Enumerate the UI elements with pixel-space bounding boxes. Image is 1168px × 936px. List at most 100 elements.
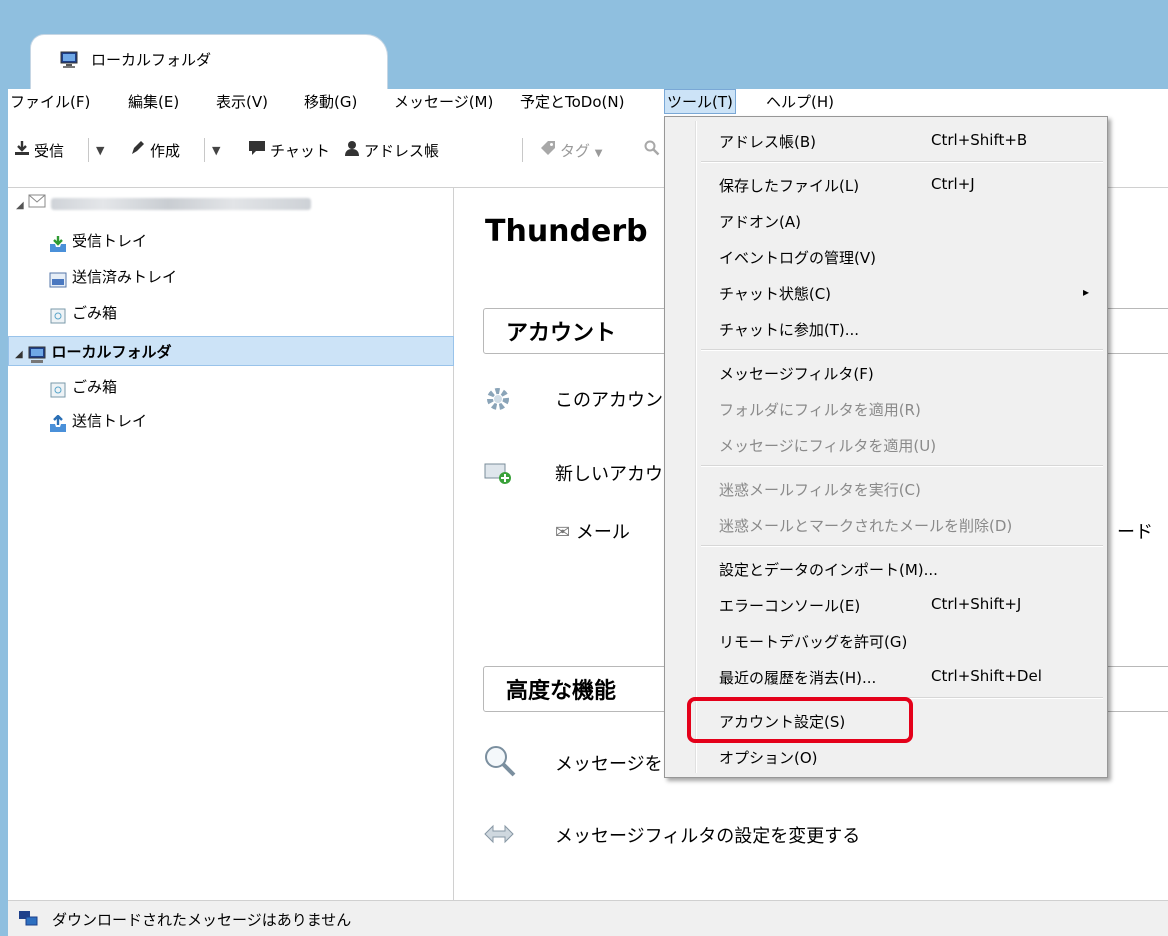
pencil-icon [130,140,146,160]
manage-filters-link[interactable]: メッセージフィルタの設定を変更する [555,822,860,848]
submenu-arrow-icon: ▸ [1083,285,1090,299]
folder-local-trash[interactable]: ごみ箱 [48,372,117,402]
expand-arrow-icon[interactable]: ◢ [16,200,24,211]
tag-icon [540,140,556,160]
toolbar-separator [204,138,205,162]
menu-file[interactable]: ファイル(F) [8,91,92,112]
menu-separator [701,465,1103,467]
tools-menu-popup: アドレス帳(B) Ctrl+Shift+B 保存したファイル(L) Ctrl+J… [664,116,1108,778]
expand-arrow-icon[interactable]: ◢ [15,349,23,360]
menu-item-delete-junk[interactable]: 迷惑メールとマークされたメールを削除(D) [719,515,1012,536]
folder-outbox-label: 送信トレイ [72,412,148,430]
menu-item-activity-manager[interactable]: イベントログの管理(V) [719,247,876,268]
menu-separator [701,545,1103,547]
tab-label: ローカルフォルダ [91,51,212,69]
gear-icon [483,384,513,418]
address-book-button[interactable]: アドレス帳 [344,140,439,161]
chevron-down-icon: ▼ [96,144,105,157]
menu-separator [701,161,1103,163]
menu-edit[interactable]: 編集(E) [126,91,181,112]
address-book-label: アドレス帳 [364,142,440,160]
menu-item-options[interactable]: オプション(O) [719,747,818,768]
person-icon [344,140,360,160]
chat-label: チャット [270,142,330,160]
folder-pane: ◢ 受信トレイ 送信済みトレイ ごみ箱 ◢ ローカルフォルダ ごみ箱 送信トレイ [8,188,454,900]
chat-icon [248,140,266,160]
envelope-icon [28,194,51,212]
write-dropdown[interactable]: ▼ [212,140,220,158]
menu-item-remote-debugging[interactable]: リモートデバッグを許可(G) [719,631,907,652]
menu-item-run-junk-controls[interactable]: 迷惑メールフィルタを実行(C) [719,479,921,500]
menu-item-message-filters[interactable]: メッセージフィルタ(F) [719,363,874,384]
menu-item-saved-files[interactable]: 保存したファイル(L) [719,175,859,196]
new-account-label: 新しいアカウ [555,464,663,485]
envelope-icon: ✉ [555,522,571,543]
menu-tools[interactable]: ツール(T) [664,89,736,114]
page-title: Thunderb [485,214,648,249]
mail-account-label: メール [575,522,630,543]
menu-help[interactable]: ヘルプ(H) [764,91,836,112]
menu-item-error-console[interactable]: エラーコンソール(E) [719,595,860,616]
window-left-edge [0,90,8,936]
menu-item-chat-status[interactable]: チャット状態(C) [719,283,831,304]
shortcut-address-book: Ctrl+Shift+B [931,131,1028,149]
computer-icon [59,51,79,73]
write-label: 作成 [150,142,181,160]
folder-inbox-label: 受信トレイ [72,232,148,250]
chevron-down-icon: ▼ [212,144,221,157]
menu-item-import[interactable]: 設定とデータのインポート(M)... [719,559,938,580]
get-mail-label: 受信 [34,142,65,160]
highlight-annotation-box [687,697,913,743]
sent-folder-icon [48,269,68,287]
advanced-section-title: 高度な機能 [506,679,617,704]
folder-local-folders[interactable]: ◢ ローカルフォルダ [8,336,454,366]
folder-local-folders-label: ローカルフォルダ [51,343,172,361]
menu-view[interactable]: 表示(V) [214,91,270,112]
menu-bar: ファイル(F) 編集(E) 表示(V) 移動(G) メッセージ(M) 予定とTo… [8,89,1168,115]
tag-button[interactable]: タグ ▼ [540,140,603,161]
filter-icon [483,820,515,852]
folder-local-trash-label: ごみ箱 [72,378,118,396]
search-messages-link[interactable]: メッセージを [555,750,663,776]
folder-sent[interactable]: 送信済みトレイ [48,262,177,292]
menu-item-address-book[interactable]: アドレス帳(B) [719,131,816,152]
chat-button[interactable]: チャット [248,140,330,161]
trash-icon [48,379,68,397]
status-bar: ダウンロードされたメッセージはありません [8,900,1168,936]
shortcut-saved-files: Ctrl+J [931,175,975,193]
menu-item-run-filters-on-folder[interactable]: フォルダにフィルタを適用(R) [719,399,921,420]
account-name-redacted [51,197,312,210]
accounts-section-title: アカウント [506,321,617,346]
toolbar-separator [522,138,523,162]
trailing-link-fragment[interactable]: ード [1117,518,1153,544]
account-row[interactable]: ◢ [16,188,312,218]
write-button[interactable]: 作成 [130,140,180,161]
menu-item-run-filters-on-message[interactable]: メッセージにフィルタを適用(U) [719,435,936,456]
computer-icon [27,344,47,363]
tag-label: タグ [560,142,591,160]
menu-go[interactable]: 移動(G) [302,91,359,112]
get-mail-button[interactable]: 受信 [14,140,64,161]
get-mail-dropdown[interactable]: ▼ [96,140,104,158]
menu-item-join-chat[interactable]: チャットに参加(T)... [719,319,859,340]
menu-events-tasks[interactable]: 予定とToDo(N) [518,91,626,112]
view-account-settings-link[interactable]: このアカウン [555,386,663,412]
menu-separator [701,349,1103,351]
menu-gutter [695,121,697,773]
download-icon [14,140,30,160]
menu-item-addons[interactable]: アドオン(A) [719,211,801,232]
folder-trash-label: ごみ箱 [72,304,118,322]
menu-item-clear-history[interactable]: 最近の履歴を消去(H)... [719,667,876,688]
status-text: ダウンロードされたメッセージはありません [52,911,352,929]
search-icon[interactable] [644,140,660,160]
folder-inbox[interactable]: 受信トレイ [48,226,147,256]
shortcut-clear-history: Ctrl+Shift+Del [931,667,1042,685]
chevron-down-icon: ▼ [594,148,603,159]
menu-message[interactable]: メッセージ(M) [392,91,495,112]
folder-trash[interactable]: ごみ箱 [48,298,117,328]
magnifier-icon [483,744,517,782]
tab-local-folders[interactable]: ローカルフォルダ [30,34,388,90]
mail-account-link[interactable]: ✉ メール [555,518,630,544]
folder-sent-label: 送信済みトレイ [72,268,178,286]
folder-outbox[interactable]: 送信トレイ [48,406,147,436]
